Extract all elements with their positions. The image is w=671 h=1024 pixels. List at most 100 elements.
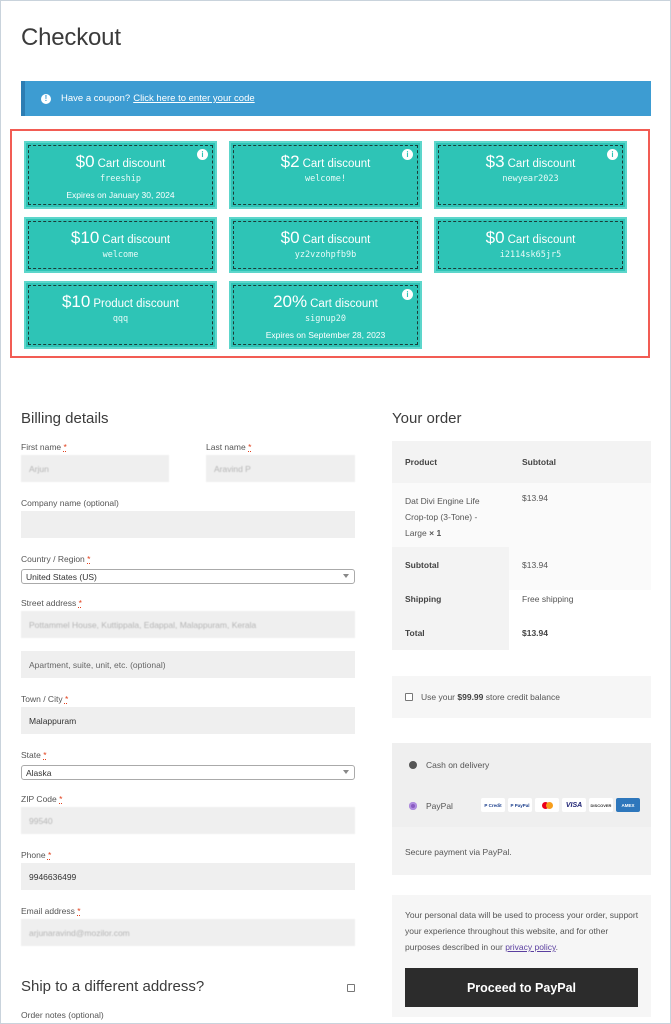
- coupon-type: Cart discount: [302, 234, 371, 246]
- coupon-card[interactable]: $0 Cart discount yz2vzohpfb9b: [229, 217, 422, 273]
- coupon-amount: $10: [61, 292, 91, 311]
- coupon-amount-line: $10 Product discount: [26, 292, 215, 312]
- available-coupons-panel: $0 Cart discount freeship Expires on Januar…: [10, 129, 650, 358]
- coupon-card[interactable]: 20% Cart discount signup20 Expires on Septe…: [229, 281, 422, 349]
- coupon-amount: $0: [485, 228, 505, 247]
- chevron-down-icon: [343, 770, 349, 774]
- page-title: Checkout: [21, 24, 121, 51]
- phone-input[interactable]: 9946636499: [21, 863, 355, 890]
- coupon-amount: $10: [70, 228, 100, 247]
- store-credit-amount: $99.99: [457, 692, 484, 702]
- coupon-code: qqq: [112, 314, 129, 324]
- total-label: Total: [405, 628, 425, 638]
- country-label: Country / Region *: [21, 554, 91, 564]
- coupon-type: Cart discount: [310, 298, 378, 310]
- last-name-label: Last name *: [206, 442, 252, 452]
- city-label: Town / City *: [21, 694, 69, 704]
- paypal-icon: P PayPal: [508, 798, 532, 812]
- col-subtotal: Subtotal: [522, 457, 556, 467]
- info-icon[interactable]: i: [402, 289, 413, 300]
- zip-label: ZIP Code *: [21, 794, 63, 804]
- coupon-amount-line: $2 Cart discount: [231, 152, 420, 172]
- country-select[interactable]: United States (US): [21, 569, 355, 584]
- enter-coupon-link[interactable]: Click here to enter your code: [133, 93, 254, 104]
- email-input[interactable]: arjunaravind@mozilor.com: [21, 919, 355, 946]
- coupon-card[interactable]: $0 Cart discount freeship Expires on Januar…: [24, 141, 217, 209]
- item-price: $13.94: [522, 493, 548, 503]
- paypal-credit-icon: P Credit: [481, 798, 505, 812]
- coupon-type: Cart discount: [507, 234, 576, 246]
- store-credit-checkbox[interactable]: [405, 693, 413, 701]
- state-select[interactable]: Alaska: [21, 765, 355, 780]
- zip-input[interactable]: 99540: [21, 807, 355, 834]
- city-input[interactable]: Malappuram: [21, 707, 355, 734]
- coupon-amount-line: $3 Cart discount: [436, 152, 625, 172]
- coupon-amount-line: $0 Cart discount: [436, 228, 625, 248]
- visa-icon: VISA: [562, 798, 586, 812]
- order-header-row: Product Subtotal: [392, 441, 651, 483]
- payment-cod[interactable]: Cash on delivery: [409, 760, 489, 770]
- coupon-amount: $0: [75, 152, 95, 171]
- coupon-card[interactable]: $10 Cart discount welcome: [24, 217, 217, 273]
- coupon-type: Cart discount: [102, 234, 171, 246]
- street-input[interactable]: Pottammel House, Kuttippala, Edappal, Ma…: [21, 611, 355, 638]
- card-logos: P Credit P PayPal VISA DISCOVER AMEX: [481, 798, 640, 812]
- country-value: United States (US): [26, 571, 97, 582]
- coupon-code: welcome!: [305, 174, 346, 184]
- info-icon[interactable]: i: [402, 149, 413, 160]
- coupon-amount: $3: [485, 152, 505, 171]
- privacy-policy-link[interactable]: privacy policy: [505, 942, 555, 952]
- coupon-type: Cart discount: [302, 158, 371, 170]
- coupon-type: Cart discount: [507, 158, 576, 170]
- total-value: $13.94: [522, 628, 548, 638]
- coupon-code: newyear2023: [502, 174, 559, 184]
- coupon-code: freeship: [100, 174, 141, 184]
- col-product: Product: [405, 457, 438, 467]
- payment-paypal[interactable]: PayPal: [409, 801, 453, 811]
- company-input[interactable]: [21, 511, 355, 538]
- coupon-amount-line: $10 Cart discount: [26, 228, 215, 248]
- coupon-code: welcome: [102, 250, 139, 260]
- last-name-input[interactable]: Aravind P: [206, 455, 355, 482]
- privacy-text: Your personal data will be used to proce…: [405, 910, 639, 952]
- coupon-type: Product discount: [93, 298, 180, 310]
- coupon-card[interactable]: $10 Product discount qqq: [24, 281, 217, 349]
- radio-icon: [409, 761, 417, 769]
- apartment-input[interactable]: Apartment, suite, unit, etc. (optional): [21, 651, 355, 678]
- ship-different-checkbox[interactable]: [347, 984, 355, 992]
- coupon-amount-line: $0 Cart discount: [231, 228, 420, 248]
- info-icon[interactable]: i: [197, 149, 208, 160]
- privacy-section: Your personal data will be used to proce…: [392, 895, 651, 1017]
- payment-description: Secure payment via PayPal.: [392, 827, 651, 875]
- amex-icon: AMEX: [616, 798, 640, 812]
- state-value: Alaska: [26, 767, 52, 778]
- coupon-notice: ! Have a coupon? Click here to enter you…: [21, 81, 651, 116]
- info-icon: !: [41, 93, 51, 104]
- coupon-type: Cart discount: [97, 158, 166, 170]
- coupon-expiry: Expires on September 28, 2023: [265, 330, 386, 340]
- phone-label: Phone *: [21, 850, 52, 860]
- coupon-amount: $2: [280, 152, 300, 171]
- coupon-amount-line: $0 Cart discount: [26, 152, 215, 172]
- first-name-input[interactable]: Arjun: [21, 455, 169, 482]
- order-notes-label: Order notes (optional): [21, 1010, 104, 1020]
- coupon-card[interactable]: $2 Cart discount welcome! i: [229, 141, 422, 209]
- coupon-card[interactable]: $0 Cart discount i2114sk65jr5: [434, 217, 627, 273]
- coupon-expiry: Expires on January 30, 2024: [66, 190, 175, 200]
- coupon-notice-text: Have a coupon?: [61, 93, 131, 104]
- coupon-amount: $0: [280, 228, 300, 247]
- order-heading: Your order: [392, 410, 462, 427]
- item-qty: × 1: [429, 528, 442, 538]
- proceed-to-paypal-button[interactable]: Proceed to PayPal: [405, 968, 638, 1007]
- info-icon[interactable]: i: [607, 149, 618, 160]
- ship-different-heading: Ship to a different address?: [21, 978, 205, 995]
- item-name: Dat Divi Engine Life Crop-top (3-Tone) -…: [405, 496, 480, 538]
- first-name-label: First name *: [21, 442, 67, 452]
- street-label: Street address *: [21, 598, 82, 608]
- subtotal-value: $13.94: [522, 560, 548, 570]
- coupon-card[interactable]: $3 Cart discount newyear2023 i: [434, 141, 627, 209]
- store-credit-option: Use your $99.99 store credit balance: [392, 676, 651, 718]
- mastercard-icon: [535, 798, 559, 812]
- radio-selected-icon: [409, 802, 417, 810]
- coupon-code: yz2vzohpfb9b: [294, 250, 357, 260]
